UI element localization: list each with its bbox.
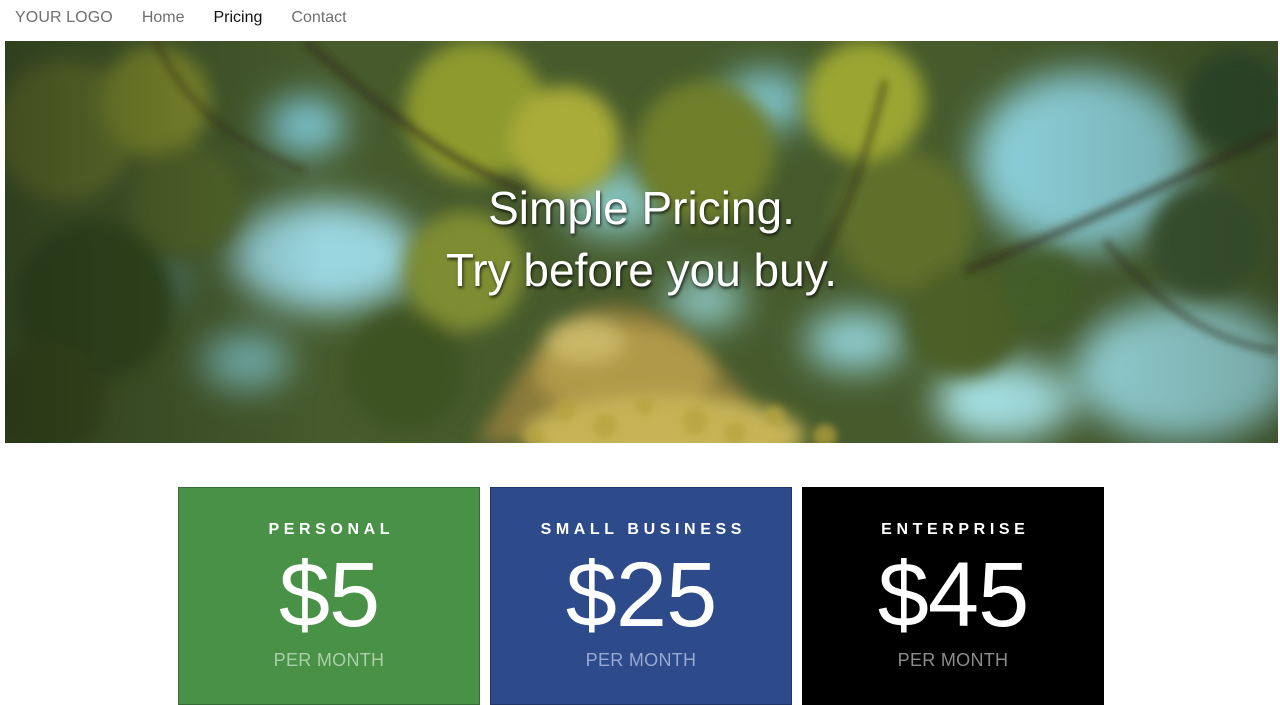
- hero-title-line-1: Simple Pricing.: [488, 182, 795, 234]
- plan-card-small-business[interactable]: SMALL BUSINESS $25 PER MONTH: [490, 487, 792, 705]
- hero-banner: Simple Pricing. Try before you buy.: [5, 41, 1278, 443]
- nav-link-pricing[interactable]: Pricing: [214, 9, 263, 27]
- plan-period: PER MONTH: [897, 650, 1009, 670]
- plan-period: PER MONTH: [585, 650, 697, 670]
- plan-period: PER MONTH: [273, 650, 385, 670]
- plan-price: $5: [278, 544, 380, 646]
- plan-price: $45: [877, 544, 1029, 646]
- plan-price: $25: [565, 544, 717, 646]
- hero-title-line-2: Try before you buy.: [445, 244, 838, 296]
- plan-name: PERSONAL: [268, 521, 395, 538]
- nav-link-home[interactable]: Home: [142, 9, 185, 27]
- top-nav: YOUR LOGO Home Pricing Contact: [0, 0, 1280, 36]
- plan-name: SMALL BUSINESS: [540, 521, 747, 538]
- nav-link-contact[interactable]: Contact: [291, 9, 346, 27]
- plan-card-personal[interactable]: PERSONAL $5 PER MONTH: [178, 487, 480, 705]
- pricing-cards: PERSONAL $5 PER MONTH SMALL BUSINESS $25…: [178, 487, 1104, 705]
- plan-card-enterprise[interactable]: ENTERPRISE $45 PER MONTH: [802, 487, 1104, 705]
- logo-link[interactable]: YOUR LOGO: [15, 9, 113, 27]
- hero-heading: Simple Pricing. Try before you buy.: [5, 41, 1278, 443]
- plan-name: ENTERPRISE: [881, 521, 1030, 538]
